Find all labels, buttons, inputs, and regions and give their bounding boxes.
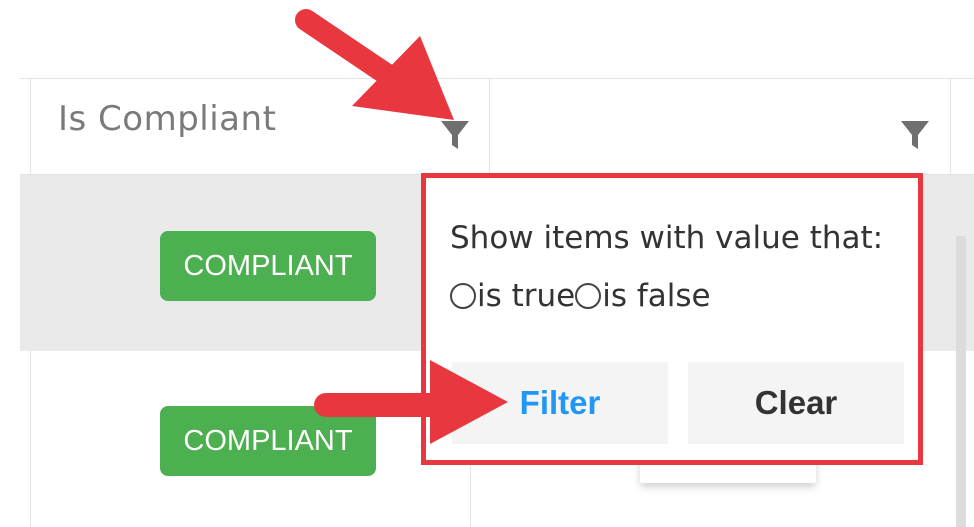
filter-popup-title: Show items with value that: (450, 220, 884, 256)
scrollbar[interactable] (956, 236, 966, 527)
column-header-is-compliant[interactable]: Is Compliant (58, 99, 276, 139)
filter-button[interactable]: Filter (452, 362, 668, 444)
filter-options: is true is false (450, 276, 711, 316)
column-divider (30, 79, 31, 174)
radio-is-true[interactable] (450, 283, 476, 309)
filter-icon[interactable] (440, 119, 470, 151)
filter-icon[interactable] (900, 119, 930, 151)
radio-label-is-false[interactable]: is false (602, 278, 710, 314)
status-badge: COMPLIANT (160, 406, 376, 476)
radio-is-false[interactable] (575, 283, 602, 309)
grid-header: Is Compliant (20, 78, 974, 175)
column-divider (30, 351, 31, 527)
radio-label-is-true[interactable]: is true (477, 278, 575, 314)
clear-button[interactable]: Clear (688, 362, 904, 444)
column-divider (950, 79, 951, 174)
status-badge: COMPLIANT (160, 231, 376, 301)
filter-popup: Show items with value that: is true is f… (421, 173, 923, 465)
column-divider (489, 79, 490, 174)
